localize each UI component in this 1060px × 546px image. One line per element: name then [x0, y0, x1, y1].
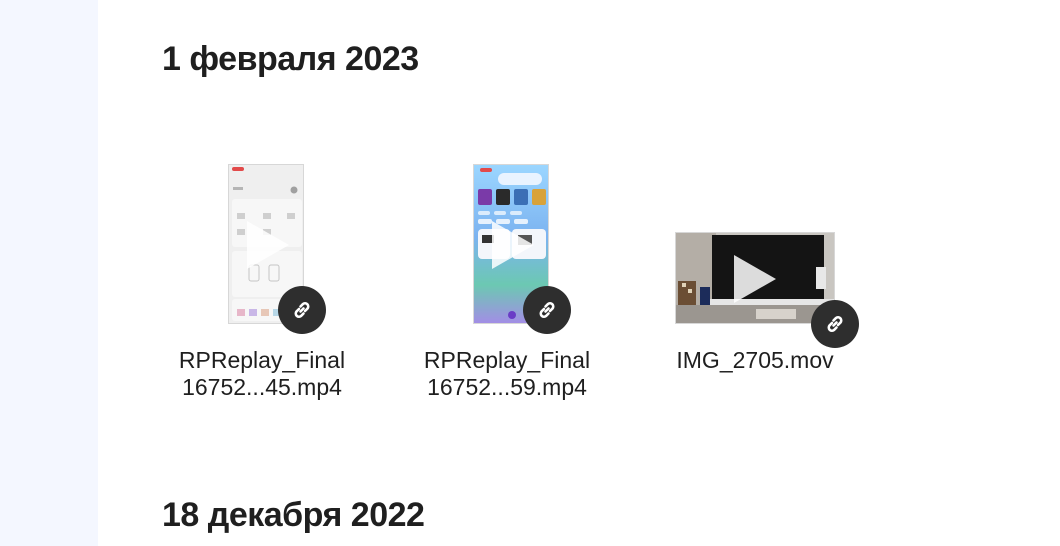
left-sidebar: [0, 0, 98, 546]
file-name[interactable]: RPReplay_Final 16752...45.mp4: [162, 347, 362, 401]
file-card-video[interactable]: RPReplay_Final 16752...45.mp4: [172, 150, 352, 410]
date-group-heading: 18 декабря 2022: [162, 496, 425, 534]
file-name-line-1: RPReplay_Final: [423, 347, 591, 373]
link-icon[interactable]: [811, 300, 859, 348]
date-group-heading: 1 февраля 2023: [162, 40, 419, 78]
file-name[interactable]: RPReplay_Final 16752...59.mp4: [407, 347, 607, 401]
file-name[interactable]: IMG_2705.mov: [655, 347, 855, 374]
file-thumbnail-wrapper[interactable]: [172, 150, 352, 334]
file-name-line-2: 16752...45.mp4: [182, 374, 342, 400]
file-thumbnail-wrapper[interactable]: [665, 150, 859, 348]
play-icon: [734, 255, 776, 303]
file-card-video[interactable]: RPReplay_Final 16752...59.mp4: [417, 150, 597, 410]
play-icon: [492, 221, 534, 269]
link-icon[interactable]: [278, 286, 326, 334]
play-icon: [247, 221, 289, 269]
files-main-area: 1 февраля 2023 RPReplay_Final 16752...45…: [98, 0, 1060, 546]
file-name-line-1: RPReplay_Final: [178, 347, 346, 373]
file-name-line-2: 16752...59.mp4: [427, 374, 587, 400]
video-thumbnail[interactable]: [675, 232, 835, 324]
file-thumbnail-wrapper[interactable]: [417, 150, 597, 334]
file-name-line-1: IMG_2705.mov: [676, 347, 834, 373]
link-icon[interactable]: [523, 286, 571, 334]
file-card-video[interactable]: IMG_2705.mov: [665, 150, 859, 410]
